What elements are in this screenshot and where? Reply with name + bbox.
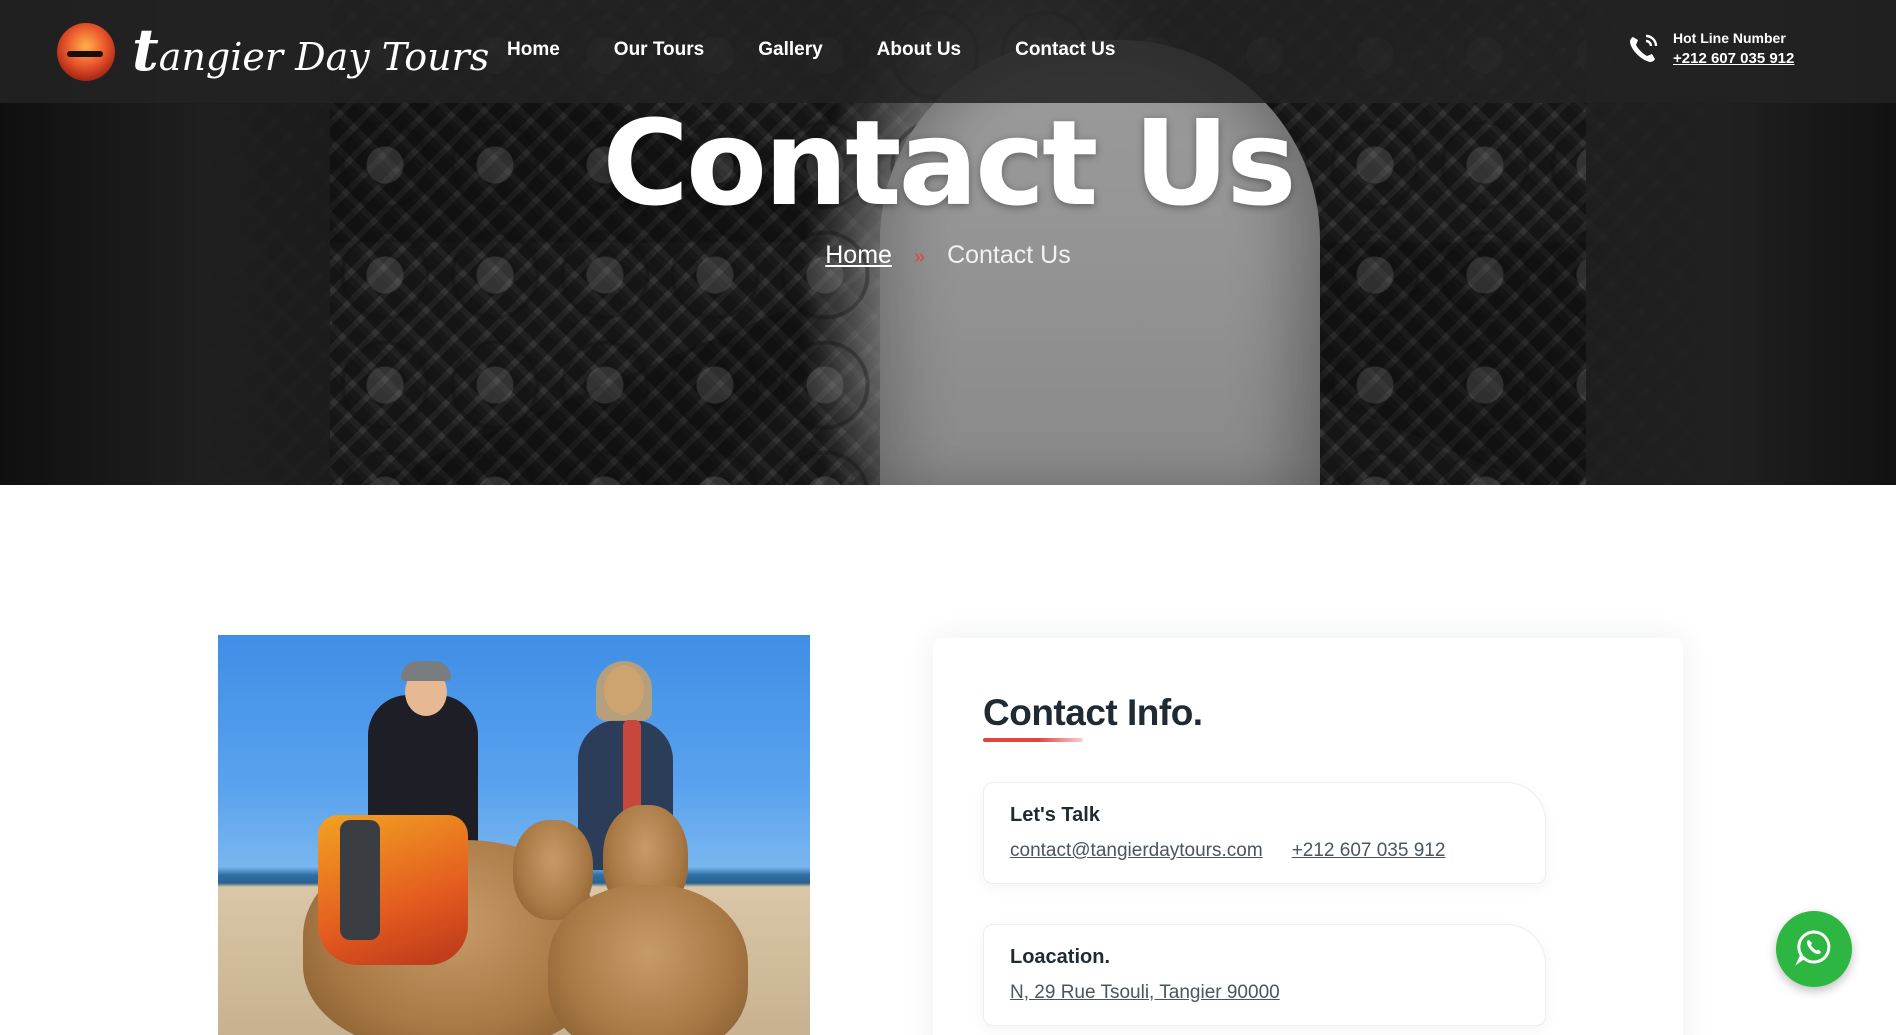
phone-link[interactable]: +212 607 035 912 (1292, 838, 1446, 864)
whatsapp-button[interactable] (1776, 911, 1852, 987)
tourists-camel-photo (218, 635, 810, 1035)
location-heading: Loacation. (1010, 946, 1111, 968)
nav-about-us[interactable]: About Us (877, 36, 961, 64)
hotline-label: Hot Line Number (1673, 30, 1786, 46)
nav-our-tours[interactable]: Our Tours (614, 36, 704, 64)
nav-gallery[interactable]: Gallery (758, 36, 822, 64)
logo-text[interactable]: tangier Day Tours (132, 21, 490, 85)
lets-talk-heading: Let's Talk (1010, 804, 1100, 826)
site-header: tangier Day Tours Home Our Tours Gallery… (0, 0, 1896, 103)
email-link[interactable]: contact@tangierdaytours.com (1010, 838, 1263, 864)
whatsapp-icon (1795, 928, 1833, 971)
contact-info-title: Contact Info. (983, 692, 1203, 733)
photo-cap (401, 661, 451, 681)
logo-emblem[interactable] (57, 23, 115, 81)
breadcrumb-home-link[interactable]: Home (825, 241, 892, 269)
breadcrumb-separator: » (913, 246, 926, 268)
breadcrumb: Home » Contact Us (0, 238, 1896, 274)
photo-legs (340, 820, 380, 940)
lets-talk-box: Let's Talk contact@tangierdaytours.com +… (983, 782, 1546, 884)
page-title: Contact Us (602, 94, 1296, 232)
lets-talk-links: contact@tangierdaytours.com +212 607 035… (1010, 838, 1445, 864)
logo-rest: angier Day Tours (158, 35, 490, 79)
nav-contact-us[interactable]: Contact Us (1015, 36, 1115, 64)
contact-info-card: Contact Info. Let's Talk contact@tangier… (933, 638, 1683, 1035)
title-accent-underline (983, 738, 1083, 742)
phone-ring-icon (1626, 32, 1660, 66)
hotline-number-link[interactable]: +212 607 035 912 (1673, 48, 1794, 70)
photo-camel-right (548, 885, 748, 1035)
address-link[interactable]: N, 29 Rue Tsouli, Tangier 90000 (1010, 980, 1280, 1006)
photo-hair (596, 661, 652, 721)
location-box: Loacation. N, 29 Rue Tsouli, Tangier 900… (983, 924, 1546, 1026)
nav-home[interactable]: Home (507, 36, 560, 64)
breadcrumb-current: Contact Us (947, 241, 1071, 269)
main-nav: Home Our Tours Gallery About Us Contact … (507, 36, 1115, 64)
location-links: N, 29 Rue Tsouli, Tangier 90000 (1010, 980, 1280, 1006)
logo-initial: t (132, 16, 159, 84)
